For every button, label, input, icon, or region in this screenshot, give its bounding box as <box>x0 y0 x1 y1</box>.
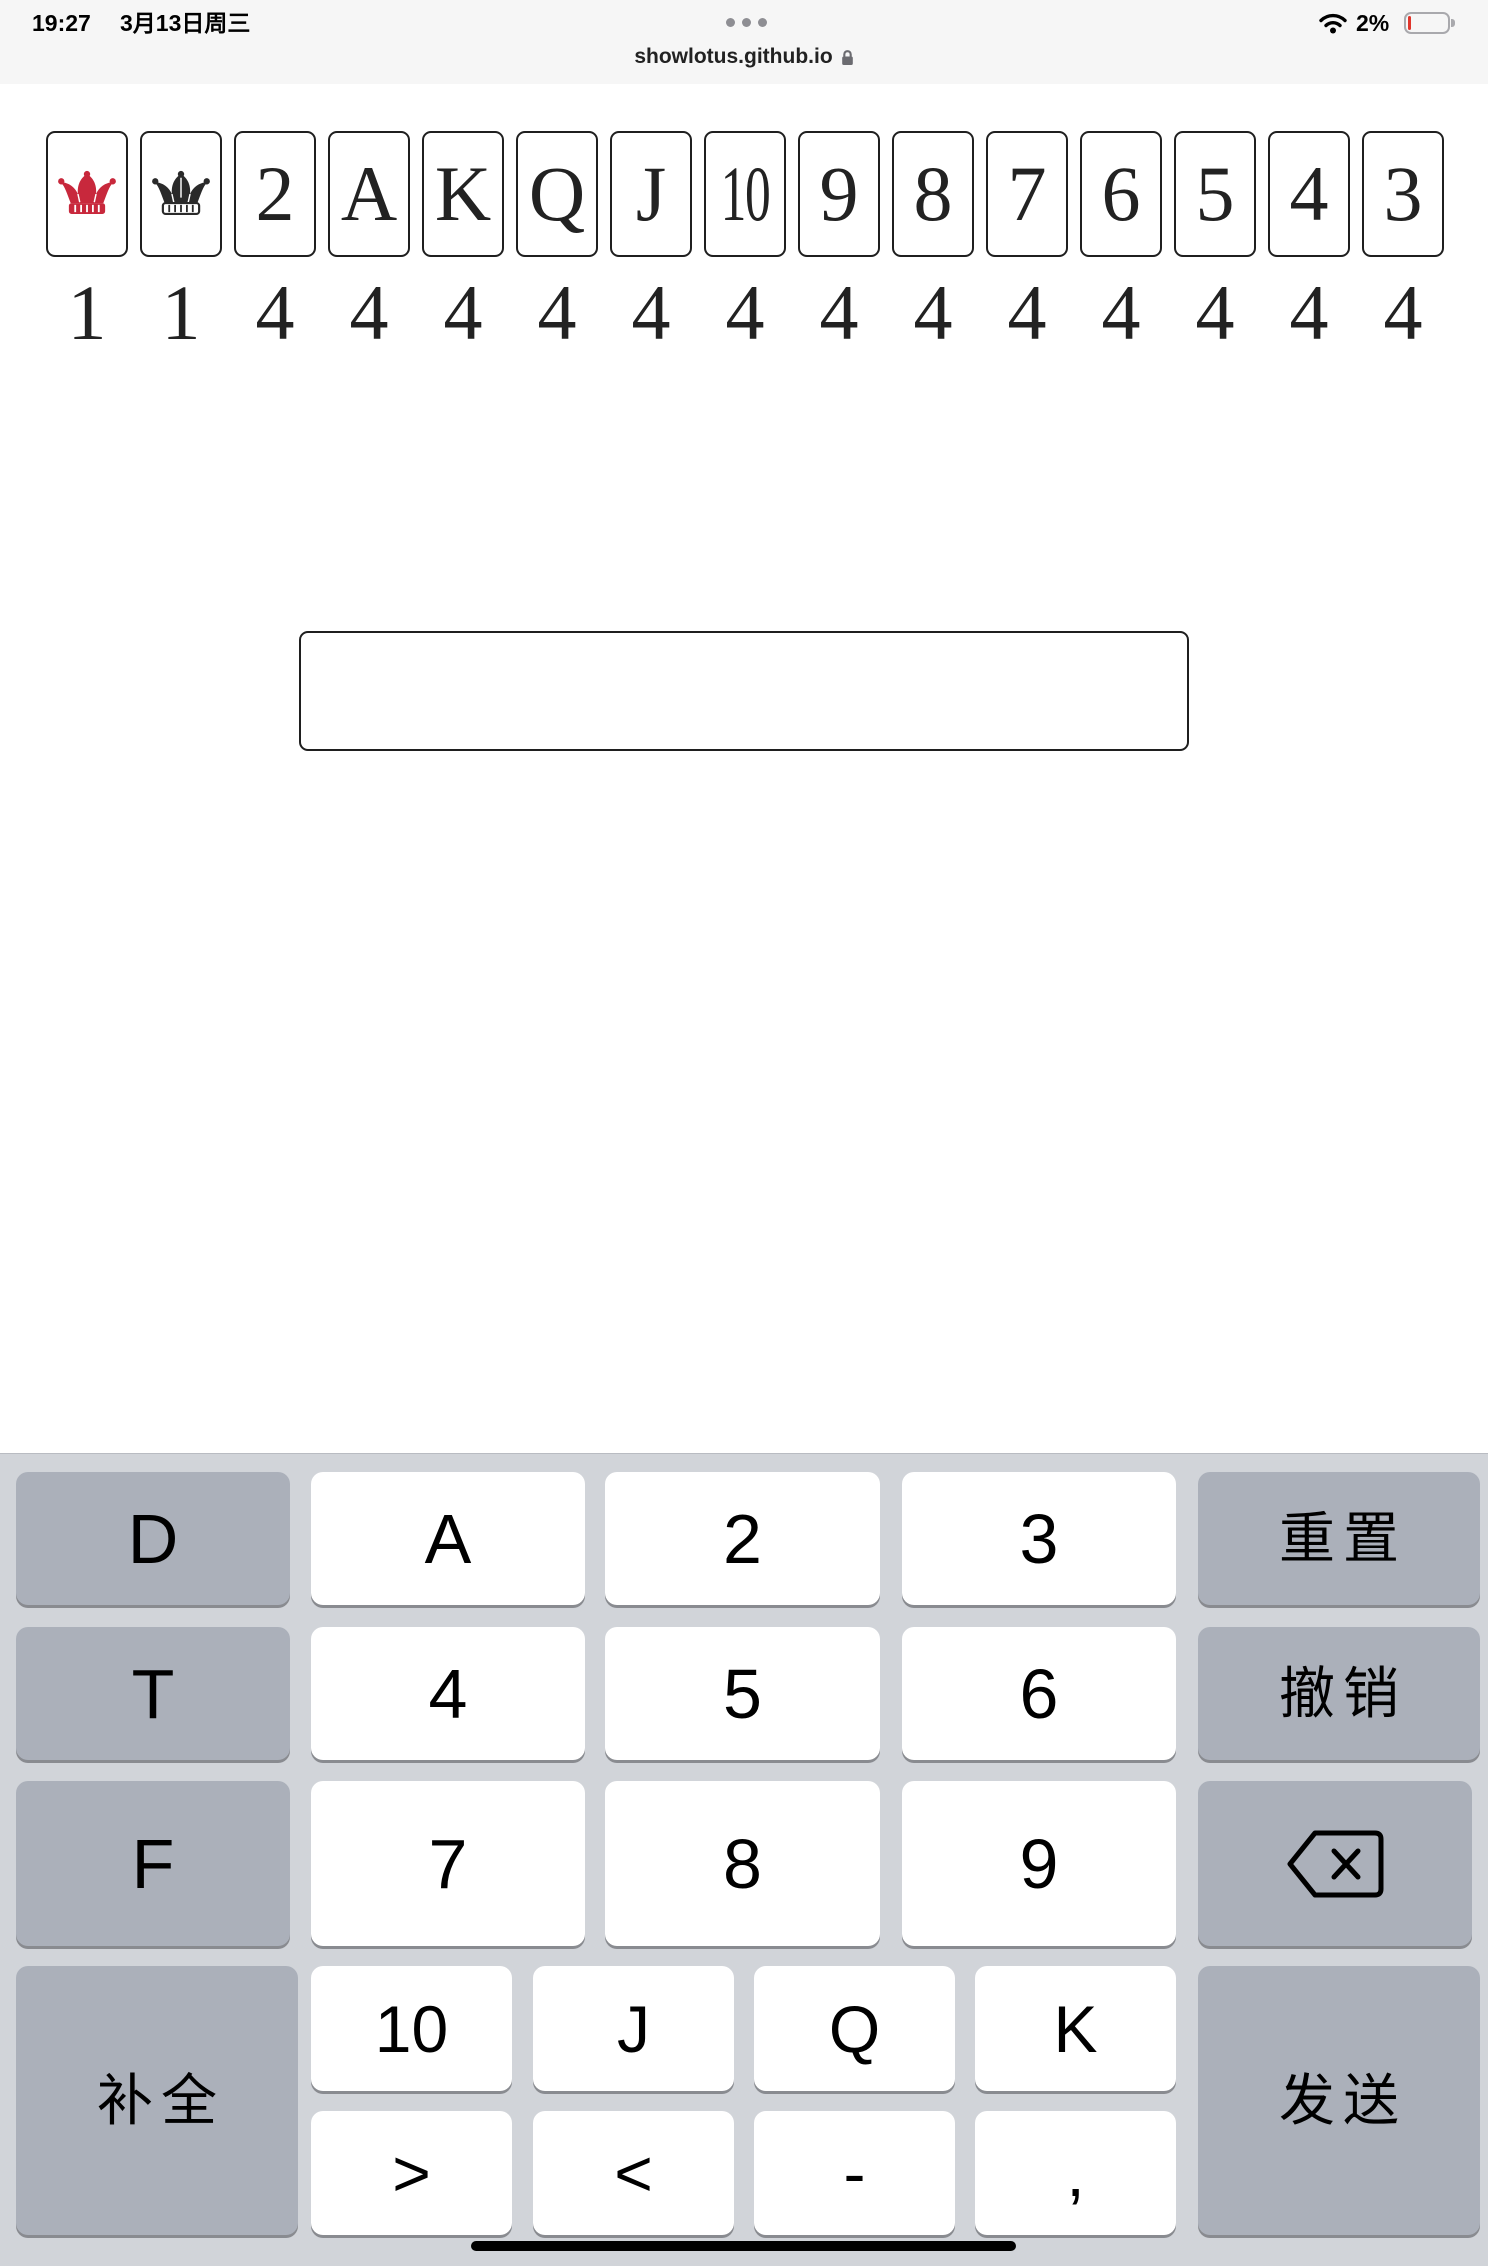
home-indicator[interactable] <box>471 2241 1016 2251</box>
key-a[interactable]: A <box>311 1472 585 1605</box>
card-5: 5 <box>1174 131 1256 257</box>
page-url[interactable]: showlotus.github.io <box>634 44 832 70</box>
key-2[interactable]: 2 <box>605 1472 880 1605</box>
card-rank: 9 <box>819 150 859 237</box>
card-red-joker <box>46 131 128 257</box>
card-black-joker <box>140 131 222 257</box>
key-t[interactable]: T <box>16 1627 290 1760</box>
card-rank: 10 <box>720 150 771 237</box>
autocomplete-button[interactable]: 补全 <box>16 1966 298 2235</box>
card-rank: A <box>340 150 398 237</box>
card-4: 4 <box>1268 131 1350 257</box>
key-5[interactable]: 5 <box>605 1627 880 1760</box>
card-q: Q <box>516 131 598 257</box>
battery-nub <box>1451 19 1455 27</box>
key-d[interactable]: D <box>16 1472 290 1605</box>
card-rank: 8 <box>913 150 953 237</box>
card-rank: 5 <box>1195 150 1235 237</box>
card-count: 4 <box>1101 269 1141 356</box>
card-count: 4 <box>255 269 295 356</box>
key-less-than[interactable]: < <box>533 2111 734 2235</box>
card-k: K <box>422 131 504 257</box>
card-9: 9 <box>798 131 880 257</box>
card-input[interactable] <box>299 631 1189 751</box>
battery-percent: 2% <box>1356 10 1390 36</box>
card-rank: J <box>635 150 667 237</box>
key-comma[interactable]: , <box>975 2111 1176 2235</box>
key-8[interactable]: 8 <box>605 1781 880 1946</box>
key-k[interactable]: K <box>975 1966 1176 2091</box>
custom-keyboard: D T F 补全 A 2 3 4 5 6 7 8 9 10 J Q K > < … <box>0 1453 1488 2266</box>
dot <box>726 18 735 27</box>
status-bar: 19:27 3月13日周三 showlotus.github.io 2% <box>0 0 1488 84</box>
wifi-icon <box>1318 12 1348 34</box>
key-7[interactable]: 7 <box>311 1781 585 1946</box>
card-rank: Q <box>528 150 586 237</box>
key-4[interactable]: 4 <box>311 1627 585 1760</box>
card-count: 4 <box>1195 269 1235 356</box>
key-f[interactable]: F <box>16 1781 290 1946</box>
count-row: 1 1 4 4 4 4 4 4 4 4 4 4 4 4 4 <box>46 268 1444 358</box>
card-a: A <box>328 131 410 257</box>
card-6: 6 <box>1080 131 1162 257</box>
battery-icon <box>1404 12 1450 34</box>
red-joker-icon <box>58 170 116 218</box>
card-row: 2 A K Q J 10 9 8 7 6 5 4 3 <box>46 131 1444 257</box>
card-rank: 4 <box>1289 150 1329 237</box>
card-10: 10 <box>704 131 786 257</box>
reset-button[interactable]: 重置 <box>1198 1472 1480 1605</box>
key-6[interactable]: 6 <box>902 1627 1176 1760</box>
card-count: 4 <box>1007 269 1047 356</box>
card-count: 4 <box>537 269 577 356</box>
card-3: 3 <box>1362 131 1444 257</box>
card-count: 4 <box>913 269 953 356</box>
key-greater-than[interactable]: > <box>311 2111 512 2235</box>
card-count: 1 <box>67 269 107 356</box>
card-count: 4 <box>1383 269 1423 356</box>
card-2: 2 <box>234 131 316 257</box>
status-date: 3月13日周三 <box>120 10 251 36</box>
address-bar[interactable]: showlotus.github.io <box>0 44 1488 70</box>
card-count: 4 <box>1289 269 1329 356</box>
key-9[interactable]: 9 <box>902 1781 1176 1946</box>
battery-level <box>1408 16 1411 30</box>
card-rank: 6 <box>1101 150 1141 237</box>
undo-button[interactable]: 撤销 <box>1198 1627 1480 1760</box>
card-count: 4 <box>349 269 389 356</box>
backspace-icon <box>1285 1828 1385 1900</box>
card-rank: 2 <box>255 150 295 237</box>
key-q[interactable]: Q <box>754 1966 955 2091</box>
card-count: 4 <box>725 269 765 356</box>
lock-icon <box>841 49 854 66</box>
card-rank: 3 <box>1383 150 1423 237</box>
key-dash[interactable]: - <box>754 2111 955 2235</box>
card-8: 8 <box>892 131 974 257</box>
key-j[interactable]: J <box>533 1966 734 2091</box>
status-time: 19:27 <box>32 10 91 36</box>
dot <box>758 18 767 27</box>
send-button[interactable]: 发送 <box>1198 1966 1480 2235</box>
card-rank: K <box>434 150 492 237</box>
card-count: 4 <box>443 269 483 356</box>
card-rank: 7 <box>1007 150 1047 237</box>
card-j: J <box>610 131 692 257</box>
key-3[interactable]: 3 <box>902 1472 1176 1605</box>
card-count: 4 <box>631 269 671 356</box>
card-count: 4 <box>819 269 859 356</box>
black-joker-icon <box>152 170 210 218</box>
backspace-button[interactable] <box>1198 1781 1472 1946</box>
more-dots-icon[interactable] <box>726 18 767 27</box>
key-10[interactable]: 10 <box>311 1966 512 2091</box>
dot <box>742 18 751 27</box>
card-count: 1 <box>161 269 201 356</box>
card-7: 7 <box>986 131 1068 257</box>
